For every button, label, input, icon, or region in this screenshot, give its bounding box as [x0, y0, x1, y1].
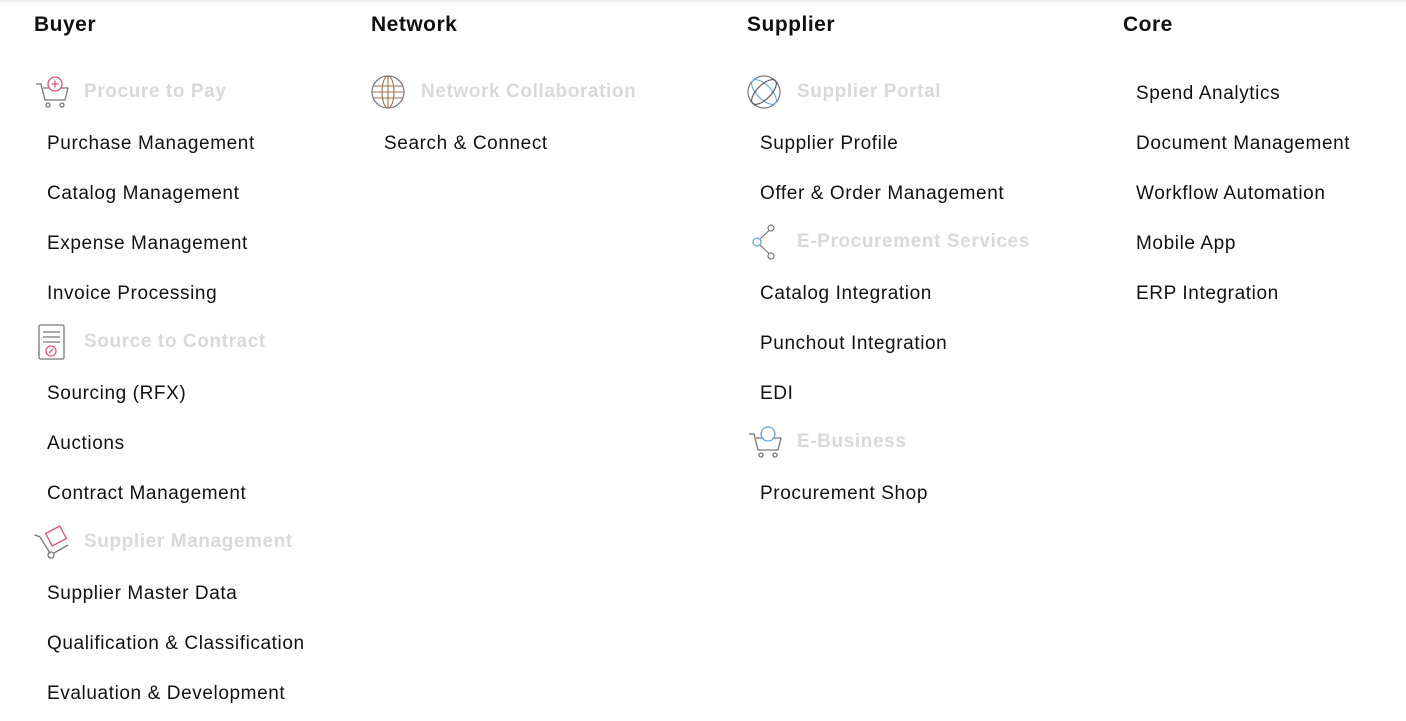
menu-item-expense-management[interactable]: Expense Management — [47, 229, 248, 259]
menu-item-workflow-automation[interactable]: Workflow Automation — [1136, 179, 1326, 209]
shopping-cart-plus-icon — [34, 73, 72, 111]
menu-item-supplier-master-data[interactable]: Supplier Master Data — [47, 579, 237, 609]
category-label: E-Procurement Services — [797, 231, 1030, 252]
category-network-collaboration[interactable]: Network Collaboration — [371, 72, 636, 112]
category-supplier-portal[interactable]: Supplier Portal — [747, 72, 941, 112]
category-procure-to-pay[interactable]: Procure to Pay — [34, 72, 227, 112]
column-title: Core — [1123, 13, 1173, 36]
category-label: Network Collaboration — [421, 81, 637, 102]
menu-item-punchout-integration[interactable]: Punchout Integration — [760, 329, 947, 359]
menu-item-contract-management[interactable]: Contract Management — [47, 479, 246, 509]
menu-item-qualification-classification[interactable]: Qualification & Classification — [47, 629, 305, 659]
menu-item-supplier-profile[interactable]: Supplier Profile — [760, 129, 898, 159]
menu-item-document-management[interactable]: Document Management — [1136, 129, 1350, 159]
globe-orbit-icon — [747, 73, 785, 111]
category-e-procurement-services[interactable]: E-Procurement Services — [747, 222, 1030, 262]
column-title: Supplier — [747, 13, 836, 36]
menu-item-edi[interactable]: EDI — [760, 379, 793, 409]
menu-item-procurement-shop[interactable]: Procurement Shop — [760, 479, 928, 509]
contract-document-icon — [34, 323, 72, 361]
menu-item-search-connect[interactable]: Search & Connect — [384, 129, 548, 159]
category-label: E-Business — [797, 431, 907, 452]
top-divider — [0, 0, 1406, 2]
menu-item-mobile-app[interactable]: Mobile App — [1136, 229, 1236, 259]
category-label: Supplier Management — [84, 531, 293, 552]
menu-item-erp-integration[interactable]: ERP Integration — [1136, 279, 1279, 309]
shopping-cart-globe-icon — [747, 423, 785, 461]
menu-item-catalog-management[interactable]: Catalog Management — [47, 179, 239, 209]
share-nodes-icon — [747, 223, 785, 261]
menu-item-evaluation-development[interactable]: Evaluation & Development — [47, 679, 285, 709]
column-title: Buyer — [34, 13, 97, 36]
globe-grid-icon — [371, 73, 409, 111]
category-supplier-management[interactable]: Supplier Management — [34, 522, 293, 562]
category-e-business[interactable]: E-Business — [747, 422, 906, 462]
menu-item-catalog-integration[interactable]: Catalog Integration — [760, 279, 932, 309]
category-label: Supplier Portal — [797, 81, 942, 102]
category-source-to-contract[interactable]: Source to Contract — [34, 322, 266, 362]
menu-item-sourcing-rfx[interactable]: Sourcing (RFX) — [47, 379, 186, 409]
menu-item-offer-order-management[interactable]: Offer & Order Management — [760, 179, 1004, 209]
menu-item-purchase-management[interactable]: Purchase Management — [47, 129, 255, 159]
hand-truck-icon — [34, 523, 72, 561]
menu-item-invoice-processing[interactable]: Invoice Processing — [47, 279, 217, 309]
menu-item-auctions[interactable]: Auctions — [47, 429, 125, 459]
category-label: Procure to Pay — [84, 81, 227, 102]
column-title: Network — [371, 13, 458, 36]
category-label: Source to Contract — [84, 331, 266, 352]
menu-item-spend-analytics[interactable]: Spend Analytics — [1136, 79, 1280, 109]
